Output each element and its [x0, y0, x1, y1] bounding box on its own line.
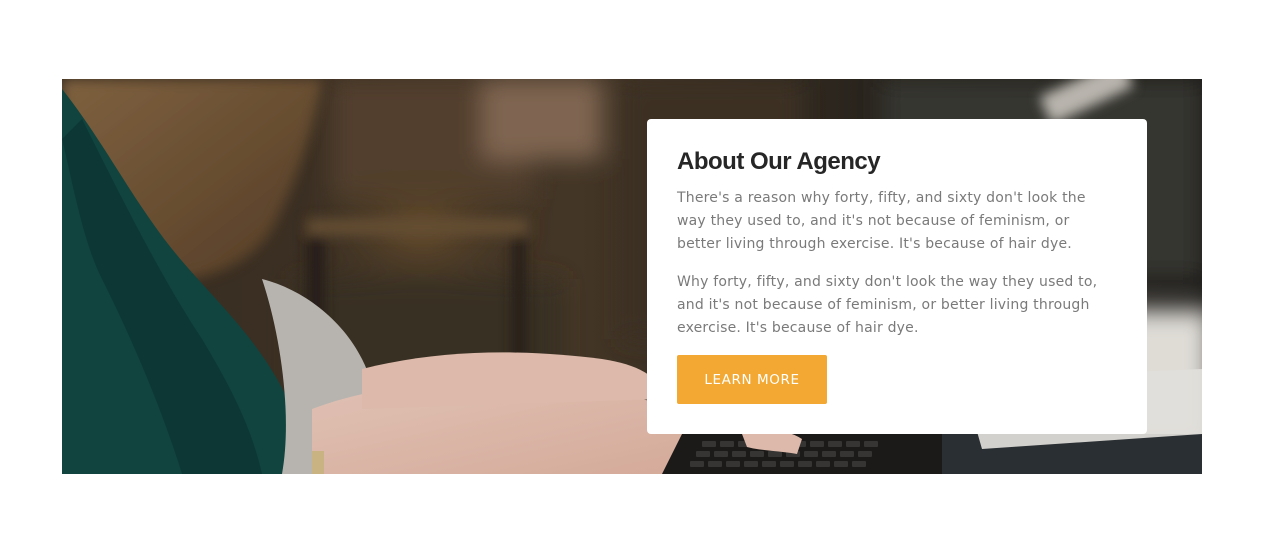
learn-more-button[interactable]: LEARN MORE [677, 355, 827, 404]
about-title: About Our Agency [677, 148, 881, 175]
about-paragraph-2: Why forty, fifty, and sixty don't look t… [677, 274, 1098, 336]
about-card: About Our Agency There's a reason why fo… [647, 119, 1147, 434]
about-paragraph-1: There's a reason why forty, fifty, and s… [677, 190, 1086, 252]
